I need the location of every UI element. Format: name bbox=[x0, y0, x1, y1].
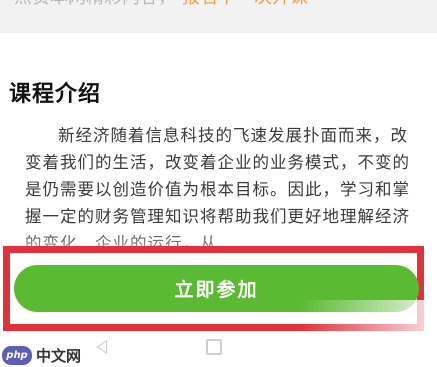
top-info-strip: 点赞本网精彩内容， 报名下一次开课 bbox=[0, 0, 437, 33]
watermark-text: 中文网 bbox=[36, 346, 82, 365]
section-title: 课程介绍 bbox=[9, 82, 102, 107]
top-strip-row: 点赞本网精彩内容， 报名下一次开课 bbox=[14, 0, 308, 10]
back-triangle-icon[interactable] bbox=[96, 340, 107, 354]
site-watermark: php 中文网 bbox=[2, 344, 81, 366]
corner-fade-overlay bbox=[300, 300, 437, 367]
php-logo-icon: php bbox=[2, 345, 32, 365]
enroll-next-link[interactable]: 报名下一次开课 bbox=[182, 0, 308, 8]
home-square-icon[interactable] bbox=[206, 339, 222, 355]
top-strip-text: 点赞本网精彩内容， bbox=[14, 0, 176, 8]
